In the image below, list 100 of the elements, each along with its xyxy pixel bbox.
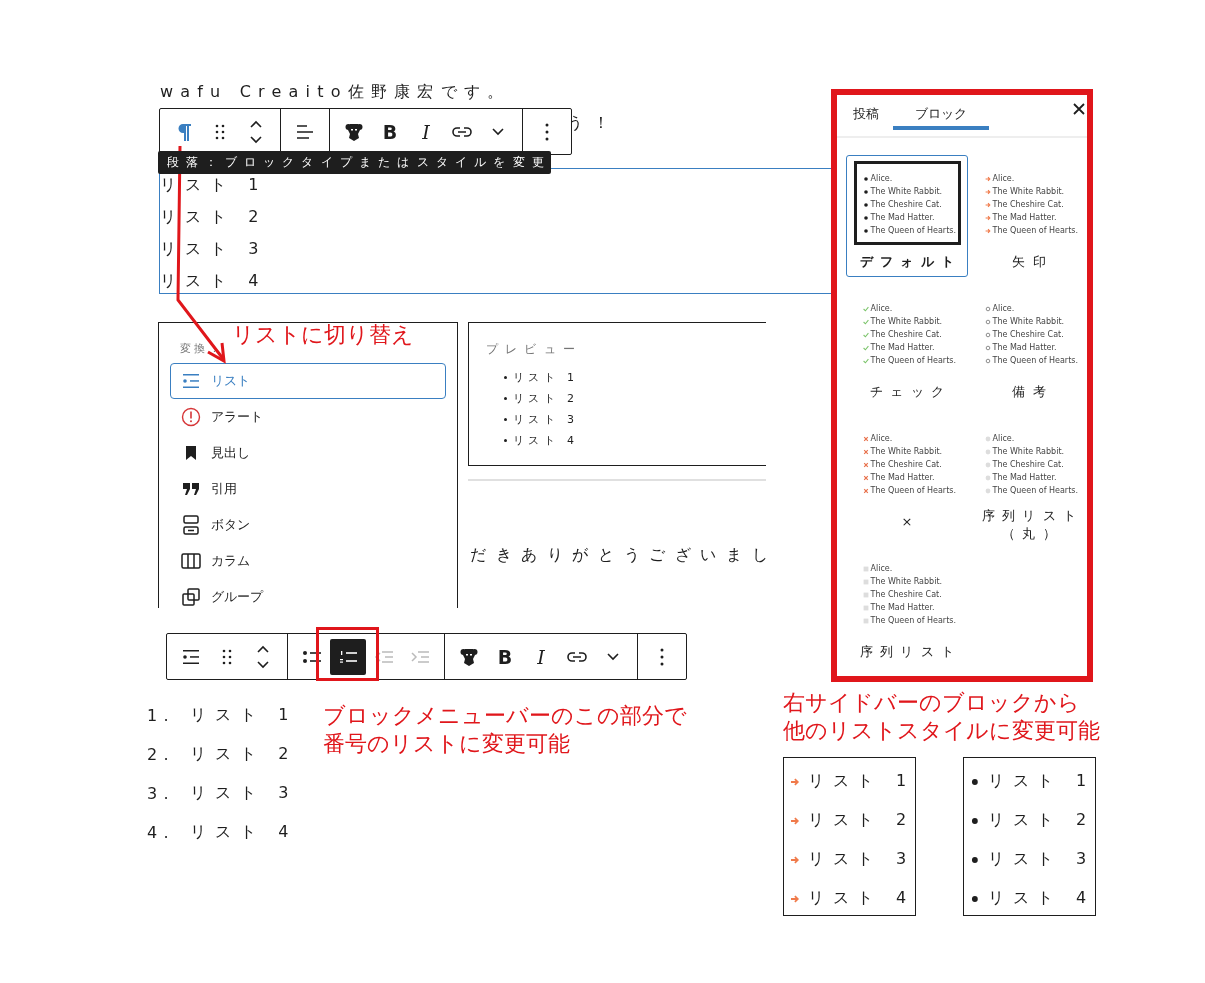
more-options-icon — [660, 647, 664, 666]
arrow-icon — [984, 176, 991, 182]
preview-text: The Cheshire Cat. — [992, 330, 1064, 340]
preview-text: The Mad Hatter. — [992, 473, 1057, 483]
bullet-icon — [862, 228, 869, 234]
indent-icon — [410, 649, 430, 664]
numbered-list-icon — [338, 649, 358, 664]
preview-text: The White Rabbit. — [870, 447, 943, 457]
menu-heading: 変換： — [180, 341, 223, 357]
bullet-icon — [504, 376, 507, 379]
annotation-text: 他のリストスタイルに変更可能 — [783, 717, 1100, 745]
list-text: リスト 4 — [513, 433, 579, 448]
quote-icon — [182, 482, 200, 496]
monkey-face-icon — [460, 646, 478, 667]
preview-text: The Mad Hatter. — [870, 473, 935, 483]
bullet-icon — [504, 397, 507, 400]
pilcrow-icon — [177, 122, 191, 141]
list-text: リスト 1 — [160, 174, 268, 196]
close-icon[interactable] — [1073, 103, 1085, 115]
style-option[interactable]: Alice. The White Rabbit. The Cheshire Cat. The Mad Hatter. The Queen of Hearts. × — [846, 415, 968, 537]
preview-text: The Queen of Hearts. — [992, 226, 1078, 236]
bullet-icon — [970, 893, 980, 904]
drag-handle-icon — [215, 123, 225, 140]
move-arrows-icon — [256, 643, 270, 670]
style-label: 序列リスト — [859, 643, 962, 661]
preview-text: The Queen of Hearts. — [992, 356, 1078, 366]
paragraph-text: wafu Creaito佐野康宏です。 — [160, 82, 511, 103]
list-text: リスト 3 — [190, 783, 298, 804]
preview-text: The White Rabbit. — [992, 317, 1065, 327]
style-option[interactable]: Alice. The White Rabbit. The Cheshire Cat. The Mad Hatter. The Queen of Hearts. 備考 — [968, 285, 1087, 407]
list-text: リスト 2 — [987, 810, 1095, 831]
alert-icon — [181, 407, 201, 427]
italic-button[interactable]: I — [523, 638, 559, 675]
preview-text: The Mad Hatter. — [870, 213, 935, 223]
bullet-icon — [984, 345, 991, 351]
menu-item[interactable]: ボタン — [170, 507, 446, 543]
preview-text: The Mad Hatter. — [870, 603, 935, 613]
preview-text: The Queen of Hearts. — [870, 616, 956, 626]
bullet-icon — [862, 215, 869, 221]
list-text: リスト 2 — [807, 810, 915, 831]
preview-text: Alice. — [992, 174, 1015, 184]
bullet-icon — [504, 439, 507, 442]
cross-icon — [862, 488, 869, 494]
tooltip: 段落：ブロックタイプまたはスタイルを変更 — [158, 151, 551, 174]
drag-handle-icon — [222, 648, 232, 665]
style-label: 序列リスト（丸） — [981, 507, 1084, 543]
preview-text: The White Rabbit. — [992, 447, 1065, 457]
arrow-icon — [790, 893, 800, 904]
menu-item[interactable]: 見出し — [170, 435, 446, 471]
list-text: リスト 1 — [987, 771, 1095, 792]
menu-item[interactable]: グループ — [170, 579, 446, 608]
sidebar-tab[interactable]: ブロック — [893, 95, 989, 130]
sidebar-tab[interactable]: 投稿 — [845, 95, 887, 130]
annotation-text: 番号のリストに変更可能 — [323, 730, 570, 758]
list-text: リスト 1 — [190, 705, 298, 726]
preview-text: Alice. — [870, 174, 893, 184]
paragraph-text: だきありがとうございまし — [470, 545, 778, 564]
menu-item[interactable]: アラート — [170, 399, 446, 435]
style-option[interactable]: Alice. The White Rabbit. The Cheshire Cat. The Mad Hatter. The Queen of Hearts. 矢印 — [968, 155, 1087, 277]
bullet-icon — [970, 815, 980, 826]
arrow-icon — [984, 215, 991, 221]
preview-text: Alice. — [870, 564, 893, 574]
arrow-icon — [790, 854, 800, 865]
preview-text: Alice. — [992, 304, 1015, 314]
arrow-icon — [984, 202, 991, 208]
outdent-icon — [374, 649, 394, 664]
arrow-icon — [984, 189, 991, 195]
arrow-icon — [790, 815, 800, 826]
list-text: リスト 4 — [160, 270, 268, 292]
bullet-icon — [862, 176, 869, 182]
style-option[interactable]: Alice. The White Rabbit. The Cheshire Cat. The Mad Hatter. The Queen of Hearts. 序列リスト — [846, 545, 968, 667]
list-text: リスト 4 — [190, 822, 298, 843]
numbered-button[interactable] — [330, 638, 366, 675]
bold-button[interactable]: B — [487, 638, 523, 675]
more-options-icon — [545, 122, 549, 141]
menu-item[interactable]: リスト — [170, 363, 446, 399]
menu-item[interactable]: カラム — [170, 543, 446, 579]
bold-button[interactable]: B — [372, 113, 408, 150]
bullet-icon — [984, 319, 991, 325]
list-icon — [181, 648, 201, 665]
italic-button[interactable]: I — [408, 113, 444, 150]
cross-icon — [862, 449, 869, 455]
preview-text: Alice. — [870, 434, 893, 444]
link-icon — [567, 650, 587, 663]
preview-text: The White Rabbit. — [870, 317, 943, 327]
style-option[interactable]: Alice. The White Rabbit. The Cheshire Cat. The Mad Hatter. The Queen of Hearts. チェック — [846, 285, 968, 407]
list-text: リスト 4 — [807, 888, 915, 909]
preview-text: The Queen of Hearts. — [992, 486, 1078, 496]
preview-text: The Cheshire Cat. — [870, 460, 942, 470]
chevron-down-icon — [492, 127, 504, 136]
style-label: 備考 — [1011, 383, 1054, 401]
bullet-icon — [504, 418, 507, 421]
arrow-icon — [984, 228, 991, 234]
list-number: 1. — [147, 706, 177, 725]
menu-item[interactable]: 引用 — [170, 471, 446, 507]
style-option[interactable]: Alice. The White Rabbit. The Cheshire Cat. The Mad Hatter. The Queen of Hearts. デフォルト — [846, 155, 968, 277]
columns-icon — [181, 553, 201, 569]
preview-text: The Mad Hatter. — [992, 343, 1057, 353]
bookmark-icon — [184, 445, 198, 461]
bullet-icon — [970, 776, 980, 787]
